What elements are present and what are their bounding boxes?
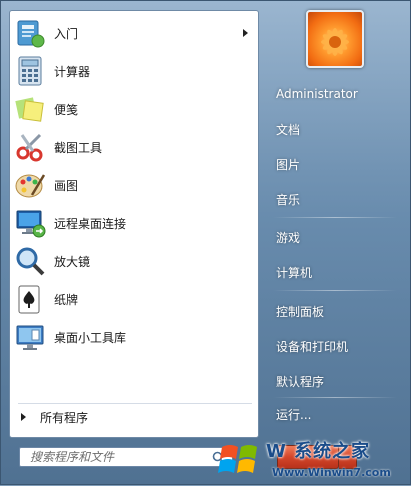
program-paint[interactable]: 画图	[10, 167, 258, 203]
search-input[interactable]	[20, 449, 212, 465]
gadgets-icon	[14, 321, 46, 353]
program-label: 计算器	[54, 64, 91, 79]
right-item-documents[interactable]: 文档	[269, 116, 399, 142]
right-item-devices-printers[interactable]: 设备和打印机	[269, 333, 399, 359]
snipping-tool-icon	[14, 131, 46, 163]
program-sticky-notes[interactable]: 便笺	[10, 91, 258, 127]
magnifier-icon	[14, 245, 46, 277]
right-item-computer[interactable]: 计算机	[269, 259, 399, 285]
program-label: 远程桌面连接	[54, 216, 127, 231]
program-magnifier[interactable]: 放大镜	[10, 243, 258, 279]
right-item-pictures[interactable]: 图片	[269, 151, 399, 177]
program-getting-started[interactable]: 入门	[10, 15, 258, 51]
program-label: 放大镜	[54, 254, 91, 269]
all-programs-label: 所有程序	[40, 410, 89, 425]
shutdown-options-button[interactable]	[339, 445, 357, 469]
program-calculator[interactable]: 计算器	[10, 53, 258, 89]
divider	[273, 290, 397, 291]
program-label: 桌面小工具库	[54, 330, 127, 345]
program-label: 纸牌	[54, 292, 79, 307]
shutdown-button[interactable]	[277, 445, 339, 469]
right-item-default-programs[interactable]: 默认程序	[269, 368, 399, 394]
submenu-arrow-icon	[243, 29, 248, 37]
user-picture[interactable]	[306, 10, 364, 68]
right-item-control-panel[interactable]: 控制面板	[269, 298, 399, 324]
programs-panel: 入门 计算器 便笺 截图工具 画图 远程桌面连接 放大镜 纸牌 桌面小工具库 所…	[9, 10, 259, 438]
paint-icon	[14, 169, 46, 201]
program-remote-desktop[interactable]: 远程桌面连接	[10, 205, 258, 241]
user-name-link[interactable]: Administrator	[269, 81, 399, 107]
triangle-right-icon	[21, 413, 26, 421]
program-gadgets[interactable]: 桌面小工具库	[10, 319, 258, 355]
program-label: 画图	[54, 178, 79, 193]
right-item-run[interactable]: 运行...	[269, 401, 399, 427]
all-programs-button[interactable]: 所有程序	[10, 406, 258, 428]
divider	[18, 403, 252, 404]
search-box[interactable]	[19, 447, 233, 467]
program-label: 入门	[54, 26, 79, 41]
getting-started-icon	[14, 17, 46, 49]
calculator-icon	[14, 55, 46, 87]
solitaire-icon	[14, 283, 46, 315]
program-snipping-tool[interactable]: 截图工具	[10, 129, 258, 165]
program-solitaire[interactable]: 纸牌	[10, 281, 258, 317]
right-item-music[interactable]: 音乐	[269, 186, 399, 212]
program-label: 便笺	[54, 102, 79, 117]
divider	[273, 217, 397, 218]
start-menu: 入门 计算器 便笺 截图工具 画图 远程桌面连接 放大镜 纸牌 桌面小工具库 所…	[0, 0, 411, 485]
remote-desktop-icon	[14, 207, 46, 239]
search-icon[interactable]	[212, 451, 226, 465]
divider	[273, 397, 397, 398]
program-label: 截图工具	[54, 140, 103, 155]
sticky-notes-icon	[14, 93, 46, 125]
right-item-games[interactable]: 游戏	[269, 224, 399, 250]
